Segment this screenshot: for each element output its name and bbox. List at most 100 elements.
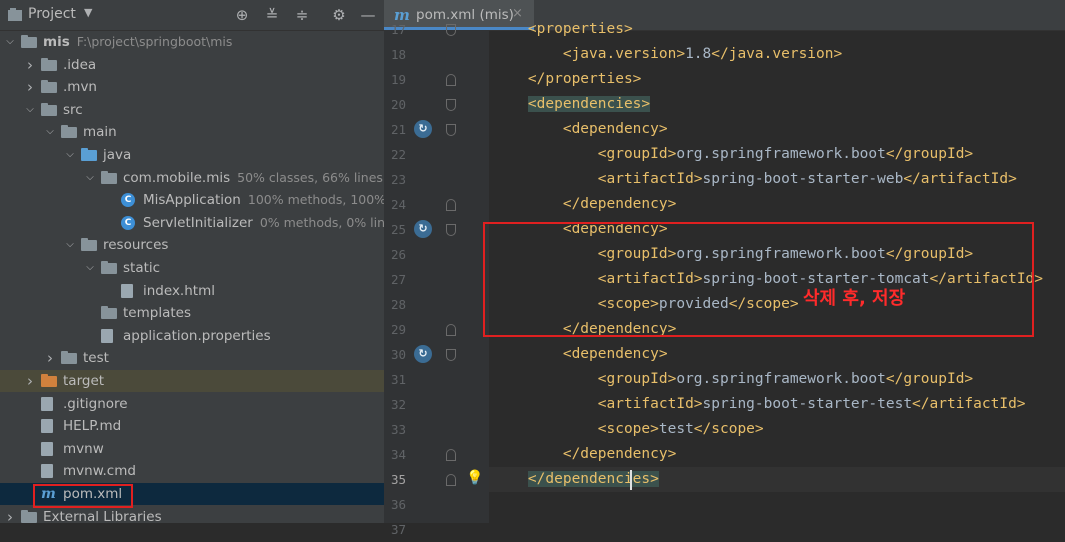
chevron-down-icon[interactable]: ⌵ bbox=[24, 99, 36, 121]
tree-item-resources[interactable]: ⌵ resources bbox=[0, 234, 384, 256]
code-line[interactable]: <artifactId>spring-boot-starter-web</art… bbox=[493, 167, 1017, 192]
project-view-icon bbox=[8, 8, 22, 26]
code-line[interactable]: <dependency> bbox=[493, 342, 668, 367]
tree-item-static[interactable]: ⌵ static bbox=[0, 257, 384, 279]
tree-item-servlet[interactable]: C ServletInitializer 0% methods, 0% lines bbox=[0, 212, 384, 234]
tree-item-mvnw[interactable]: mvnw bbox=[0, 438, 384, 460]
tree-item-templates[interactable]: templates bbox=[0, 302, 384, 324]
chevron-right-icon[interactable]: › bbox=[44, 347, 56, 369]
line-number: 18 bbox=[390, 47, 406, 62]
code-line[interactable]: </dependencies> bbox=[489, 467, 1065, 492]
fold-marker-icon[interactable] bbox=[446, 474, 456, 486]
fold-marker-icon[interactable] bbox=[446, 349, 456, 361]
fold-marker-icon[interactable] bbox=[446, 124, 456, 136]
minimize-icon[interactable]: — bbox=[358, 5, 378, 25]
html-file-icon bbox=[121, 283, 133, 298]
tree-item-idea[interactable]: › .idea bbox=[0, 54, 384, 76]
code-line[interactable]: <groupId>org.springframework.boot</group… bbox=[493, 142, 973, 167]
tree-item-appprops[interactable]: application.properties bbox=[0, 325, 384, 347]
folder-icon bbox=[41, 102, 57, 116]
tree-item-misapp[interactable]: C MisApplication 100% methods, 100% l bbox=[0, 189, 384, 211]
expand-all-icon[interactable]: ≑ bbox=[292, 5, 312, 25]
code-line[interactable]: <scope>test</scope> bbox=[493, 417, 764, 442]
tree-item-java[interactable]: ⌵ java bbox=[0, 144, 384, 166]
globe-icon[interactable]: ⊕ bbox=[232, 5, 252, 25]
chevron-right-icon[interactable]: › bbox=[24, 76, 36, 98]
tree-item-mis[interactable]: ⌵ mis F:\project\springboot\mis bbox=[0, 31, 384, 53]
fold-marker-icon[interactable] bbox=[446, 99, 456, 111]
line-number: 20 bbox=[390, 97, 406, 112]
fold-marker-icon[interactable] bbox=[446, 74, 456, 86]
line-number: 17 bbox=[390, 22, 406, 37]
code-line[interactable]: <artifactId>spring-boot-starter-test</ar… bbox=[493, 392, 1026, 417]
chevron-down-icon[interactable]: ⌵ bbox=[64, 144, 76, 166]
chevron-right-icon[interactable]: › bbox=[24, 370, 36, 392]
line-number: 37 bbox=[390, 522, 406, 537]
tree-item-name: mvnw bbox=[63, 440, 104, 457]
tree-item-label: mis F:\project\springboot\mis bbox=[43, 31, 232, 53]
tree-item-label: ServletInitializer 0% methods, 0% lines bbox=[143, 212, 384, 234]
tree-item-name: .idea bbox=[63, 56, 97, 73]
chevron-down-icon[interactable]: ⌵ bbox=[84, 167, 96, 189]
code-line[interactable]: <groupId>org.springframework.boot</group… bbox=[493, 367, 973, 392]
tree-item-target[interactable]: › target bbox=[0, 370, 384, 392]
chevron-down-icon[interactable]: ⌵ bbox=[64, 234, 76, 256]
tree-item-extlib[interactable]: › External Libraries bbox=[0, 506, 384, 523]
fold-marker-icon[interactable] bbox=[446, 199, 456, 211]
folder-icon bbox=[41, 80, 57, 94]
gear-icon[interactable]: ⚙ bbox=[329, 5, 349, 25]
tree-item-label: MisApplication 100% methods, 100% l bbox=[143, 189, 384, 211]
line-number: 19 bbox=[390, 72, 406, 87]
line-number: 31 bbox=[390, 372, 406, 387]
tree-item-index[interactable]: index.html bbox=[0, 280, 384, 302]
tree-item-src[interactable]: ⌵ src bbox=[0, 99, 384, 121]
code-line[interactable]: <java.version>1.8</java.version> bbox=[493, 42, 842, 67]
project-panel-title[interactable]: Project bbox=[28, 6, 76, 22]
gitignore-file-icon bbox=[41, 396, 53, 411]
tree-item-label: .mvn bbox=[63, 76, 97, 98]
view-selector-chevron-down-icon[interactable]: ▼ bbox=[84, 6, 92, 19]
chevron-right-icon[interactable]: › bbox=[24, 54, 36, 76]
tree-item-mvnwcmd[interactable]: mvnw.cmd bbox=[0, 460, 384, 482]
tree-item-label: index.html bbox=[143, 280, 215, 302]
chevron-down-icon[interactable]: ⌵ bbox=[44, 121, 56, 143]
tree-item-help[interactable]: HELP.md bbox=[0, 415, 384, 437]
code-line[interactable]: </dependency> bbox=[493, 192, 677, 217]
tree-item-label: application.properties bbox=[123, 325, 271, 347]
chevron-down-icon[interactable]: ⌵ bbox=[4, 31, 16, 53]
tree-item-pkg[interactable]: ⌵ com.mobile.mis 50% classes, 66% lines co bbox=[0, 167, 384, 189]
lightbulb-icon[interactable]: 💡 bbox=[466, 471, 483, 485]
project-panel-header: Project ▼ ⊕ ≚ ≑ ⚙ — bbox=[0, 0, 384, 31]
code-line[interactable]: <dependencies> bbox=[493, 92, 651, 117]
tree-item-name: index.html bbox=[143, 282, 215, 299]
tree-item-label: mvnw.cmd bbox=[63, 460, 136, 482]
tree-item-name: ServletInitializer bbox=[143, 214, 253, 231]
fold-marker-icon[interactable] bbox=[446, 449, 456, 461]
tree-item-label: main bbox=[83, 121, 117, 143]
tree-item-test[interactable]: › test bbox=[0, 347, 384, 369]
code-line[interactable]: <properties> bbox=[493, 17, 633, 42]
collapse-all-icon[interactable]: ≚ bbox=[262, 5, 282, 25]
tree-item-main[interactable]: ⌵ main bbox=[0, 121, 384, 143]
code-line[interactable]: </properties> bbox=[493, 67, 642, 92]
shell-file-icon bbox=[41, 441, 53, 456]
dependency-update-icon[interactable]: ↻ bbox=[414, 345, 432, 363]
tree-item-label: com.mobile.mis 50% classes, 66% lines co bbox=[123, 167, 384, 189]
tree-item-hint: F:\project\springboot\mis bbox=[76, 34, 233, 49]
folder-orange-icon bbox=[41, 374, 57, 387]
tree-item-name: HELP.md bbox=[63, 418, 122, 435]
chevron-right-icon[interactable]: › bbox=[4, 506, 16, 523]
fold-marker-icon[interactable] bbox=[446, 24, 456, 36]
dependency-update-icon[interactable]: ↻ bbox=[414, 220, 432, 238]
fold-marker-icon[interactable] bbox=[446, 224, 456, 236]
fold-marker-icon[interactable] bbox=[446, 324, 456, 336]
tree-item-gitignore[interactable]: .gitignore bbox=[0, 393, 384, 415]
chevron-down-icon[interactable]: ⌵ bbox=[84, 257, 96, 279]
dependency-update-icon[interactable]: ↻ bbox=[414, 120, 432, 138]
code-line[interactable]: <dependency> bbox=[493, 117, 668, 142]
folder-icon bbox=[101, 306, 117, 320]
annotation-text: 삭제 후, 저장 bbox=[803, 288, 906, 309]
line-number: 29 bbox=[390, 322, 406, 337]
tree-item-mvn[interactable]: › .mvn bbox=[0, 76, 384, 98]
code-line[interactable]: </dependency> bbox=[493, 442, 677, 467]
